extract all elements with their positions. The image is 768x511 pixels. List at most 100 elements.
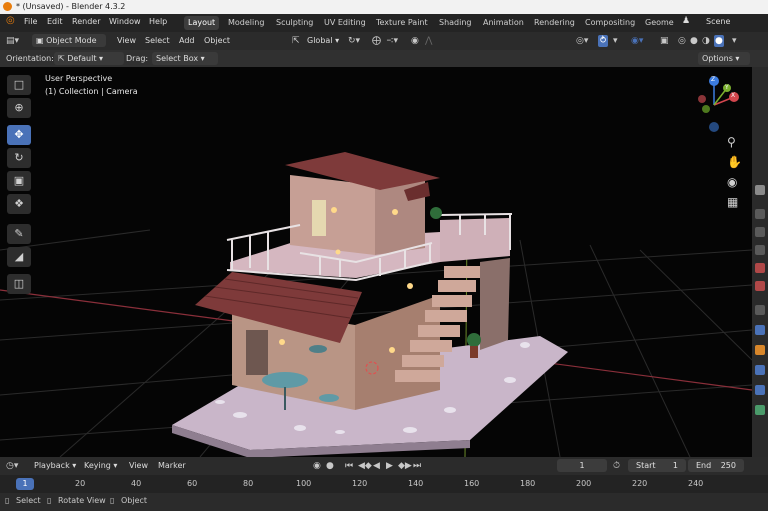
shading-options-icon[interactable]: ▾ — [732, 35, 737, 47]
camera-view-icon[interactable]: ◉ — [727, 175, 737, 189]
current-frame-indicator[interactable]: 1 — [16, 478, 34, 490]
perspective-toggle-icon[interactable]: ▦ — [727, 195, 738, 209]
navigation-gizmo[interactable]: Z X Y — [688, 75, 744, 137]
tab-rendering[interactable]: Rendering — [530, 16, 579, 30]
gizmo-dropdown-icon[interactable]: ▾ — [613, 35, 618, 47]
record-icon[interactable]: ◉ — [313, 460, 321, 472]
plant-upper — [430, 207, 442, 219]
chevron-down-icon: ▾ — [110, 461, 118, 470]
3d-viewport[interactable]: User Perspective (1) Collection | Camera… — [0, 67, 752, 457]
data-properties-icon[interactable] — [755, 405, 765, 415]
properties-tab-strip — [752, 67, 768, 457]
tab-animation[interactable]: Animation — [479, 16, 528, 30]
render-properties-icon[interactable] — [755, 209, 765, 219]
xray-icon[interactable]: ▣ — [660, 35, 669, 47]
menu-help[interactable]: Help — [149, 17, 167, 26]
small-table — [309, 345, 327, 353]
pivot-icon[interactable]: ↻▾ — [348, 35, 360, 47]
drag-dropdown[interactable]: Select Box ▾ — [152, 52, 218, 65]
rotate-tool-icon[interactable]: ↻ — [7, 148, 31, 168]
output-properties-icon[interactable] — [755, 227, 765, 237]
jump-start-icon[interactable]: ⏮ — [345, 460, 353, 472]
mode-icon: ▣ — [36, 36, 47, 45]
shading-solid-icon[interactable]: ● — [690, 35, 698, 47]
proportional-editing-icon[interactable]: ◉ — [411, 35, 419, 47]
jump-end-icon[interactable]: ⏭ — [413, 460, 421, 472]
overlays-icon[interactable]: ◉▾ — [631, 35, 643, 47]
chevron-down-icon: ▾ — [96, 54, 104, 63]
select-box-tool-icon[interactable]: □ — [7, 75, 31, 95]
status-rotate-view: Rotate View — [58, 496, 106, 505]
object-menu[interactable]: Object — [200, 34, 234, 47]
play-reverse-icon[interactable]: ◀ — [373, 460, 380, 472]
pan-hand-icon[interactable]: ✋ — [727, 155, 742, 169]
next-keyframe-icon[interactable]: ◆▶ — [398, 460, 412, 472]
play-icon[interactable]: ▶ — [386, 460, 393, 472]
shading-wireframe-icon[interactable]: ◎ — [678, 35, 686, 47]
current-frame-field[interactable]: 1 — [557, 459, 607, 472]
view-menu[interactable]: View — [113, 34, 140, 47]
menu-window[interactable]: Window — [109, 17, 141, 26]
editor-type-icon[interactable]: ▤▾ — [6, 35, 19, 47]
tab-uv-editing[interactable]: UV Editing — [320, 16, 370, 30]
select-menu[interactable]: Select — [141, 34, 174, 47]
scene-icon[interactable]: ♟ — [682, 16, 690, 26]
add-menu[interactable]: Add — [175, 34, 199, 47]
modifier-properties-icon[interactable] — [755, 345, 765, 355]
add-cube-tool-icon[interactable]: ◫ — [7, 274, 31, 294]
transform-tool-icon[interactable]: ❖ — [7, 194, 31, 214]
timeline-editor-icon[interactable]: ◷▾ — [6, 460, 18, 472]
scene-properties-icon[interactable] — [755, 263, 765, 273]
object-properties-icon[interactable] — [755, 325, 765, 335]
top-menu-bar: ◎ File Edit Render Window Help Layout Mo… — [0, 14, 768, 32]
tab-geometry-nodes[interactable]: Geome — [641, 16, 678, 30]
menu-file[interactable]: File — [24, 17, 37, 26]
gizmo-toggle-icon[interactable]: ⥁ — [598, 35, 609, 47]
zoom-icon[interactable]: ⚲ — [727, 135, 736, 149]
menu-render[interactable]: Render — [72, 17, 100, 26]
end-frame-field[interactable]: End 250 — [688, 459, 744, 472]
scene-selector[interactable]: Scene — [706, 17, 730, 26]
move-tool-icon[interactable]: ✥ — [7, 125, 31, 145]
keyframe-type-icon[interactable]: ● — [326, 460, 334, 472]
stopwatch-icon[interactable]: ⏱ — [613, 460, 620, 472]
keying-menu[interactable]: Keying ▾ — [80, 459, 121, 472]
world-properties-icon[interactable] — [755, 281, 765, 291]
constraints-properties-icon[interactable] — [755, 385, 765, 395]
shading-rendered-icon[interactable]: ● — [714, 35, 724, 47]
ruler-tick: 80 — [243, 479, 254, 488]
shading-material-icon[interactable]: ◑ — [702, 35, 710, 47]
tab-modeling[interactable]: Modeling — [224, 16, 268, 30]
cursor-tool-icon[interactable]: ⊕ — [7, 98, 31, 118]
visibility-icon[interactable]: ◎▾ — [576, 35, 588, 47]
snap-target-icon[interactable]: ∹▾ — [386, 35, 398, 47]
menu-edit[interactable]: Edit — [47, 17, 63, 26]
falloff-icon[interactable]: ⋀ — [425, 35, 432, 47]
mode-dropdown[interactable]: ▣ Object Mode ▾ — [32, 34, 106, 58]
view-layer-properties-icon[interactable] — [755, 245, 765, 255]
collection-properties-icon[interactable] — [755, 305, 765, 315]
start-frame-field[interactable]: Start 1 — [628, 459, 686, 472]
tab-layout[interactable]: Layout — [184, 16, 220, 30]
snap-icon[interactable]: ⨁ — [372, 35, 381, 47]
prev-keyframe-icon[interactable]: ◀◆ — [358, 460, 372, 472]
orientation-dropdown[interactable]: ⇱ Default ▾ — [54, 52, 124, 65]
timeline-ruler[interactable]: 1 20 40 60 80 100 120 140 160 180 200 22… — [0, 475, 768, 493]
tab-shading[interactable]: Shading — [435, 16, 476, 30]
options-dropdown[interactable]: Options ▾ — [698, 52, 750, 65]
physics-properties-icon[interactable] — [755, 365, 765, 375]
timeline-view-menu[interactable]: View — [125, 459, 152, 472]
tab-sculpting[interactable]: Sculpting — [272, 16, 317, 30]
tab-compositing[interactable]: Compositing — [581, 16, 639, 30]
collection-label: (1) Collection | Camera — [45, 87, 138, 96]
chevron-down-icon: ▾ — [69, 461, 77, 470]
annotate-tool-icon[interactable]: ✎ — [7, 224, 31, 244]
tool-properties-icon[interactable] — [755, 185, 765, 195]
marker-menu[interactable]: Marker — [154, 459, 190, 472]
measure-tool-icon[interactable]: ◢ — [7, 247, 31, 267]
transform-orientation-dropdown[interactable]: Global ▾ — [303, 34, 343, 47]
scale-tool-icon[interactable]: ▣ — [7, 171, 31, 191]
blender-menu-icon[interactable]: ◎ — [6, 15, 15, 26]
tab-texture-paint[interactable]: Texture Paint — [372, 16, 432, 30]
playback-menu[interactable]: Playback ▾ — [30, 459, 80, 472]
